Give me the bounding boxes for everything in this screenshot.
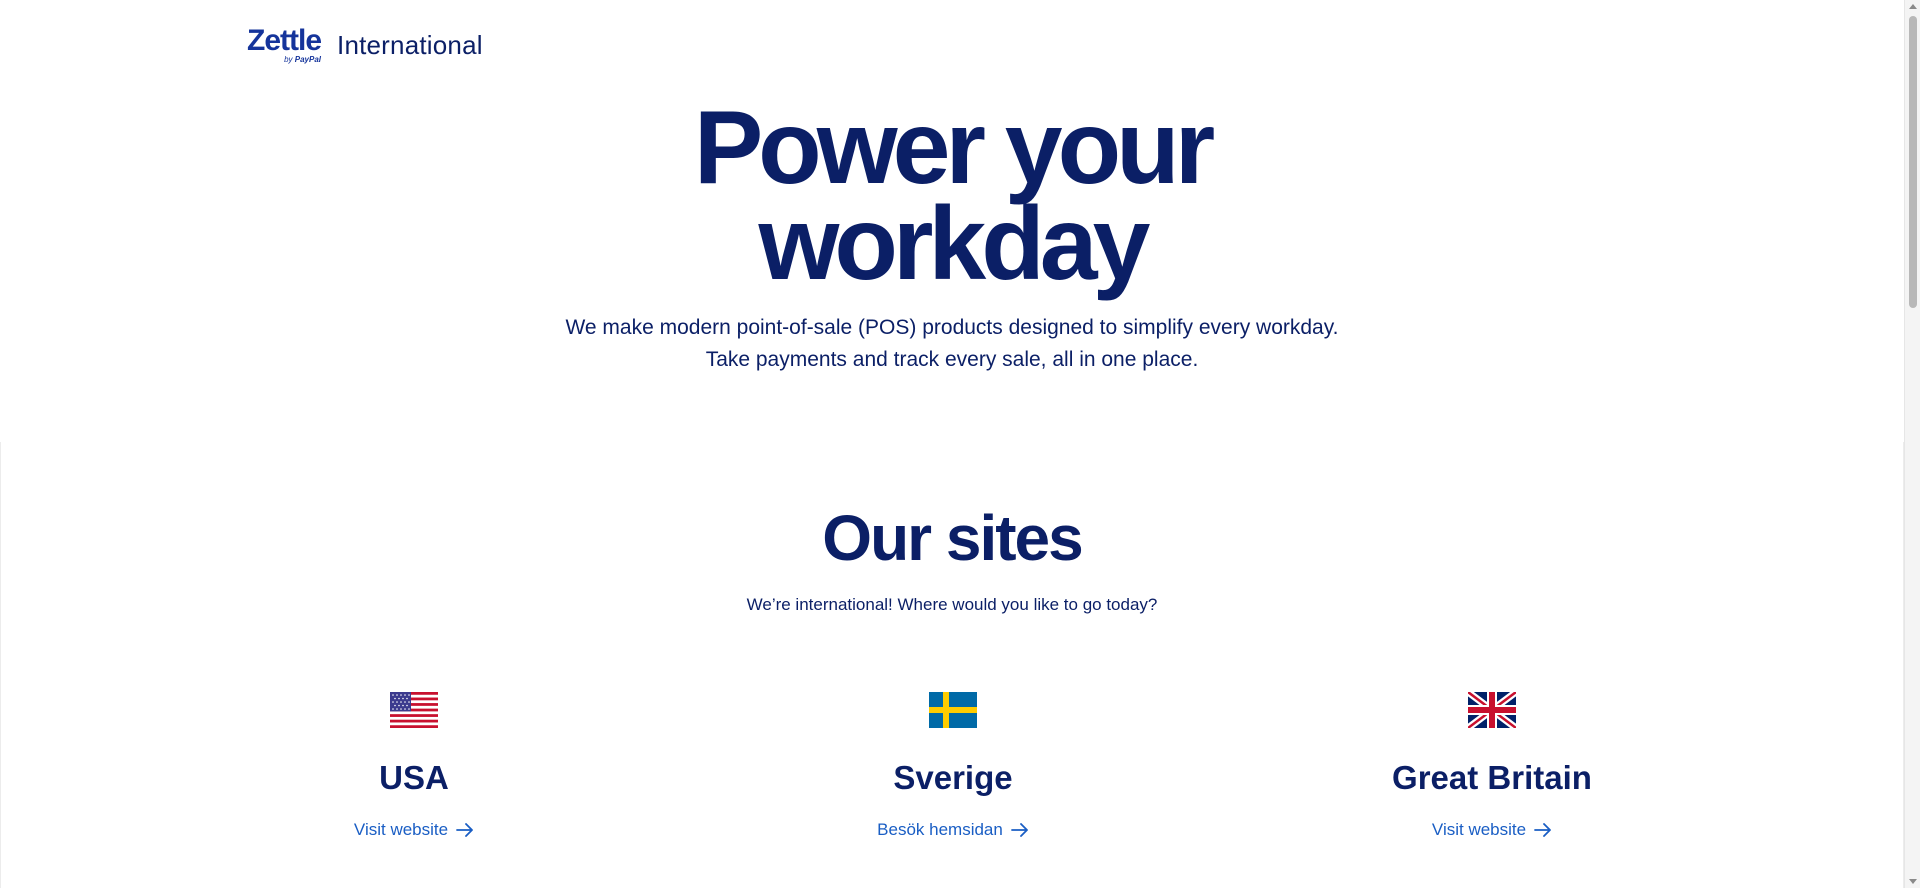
hero-desc-line-2: Take payments and track every sale, all … [705,348,1199,371]
site-link-label: Besök hemsidan [877,820,1003,839]
vertical-scrollbar[interactable] [1904,0,1920,888]
logo-wordmark: Zettle [247,23,322,57]
logo-brand: PayPal [294,54,322,64]
hero-section: Power your workday We make modern point-… [0,90,1904,376]
sweden-flag-icon [929,692,977,728]
site-link-label: Visit website [353,820,449,839]
site-name-sverige: Sverige [893,759,1013,796]
hero-title-line-2: workday [758,186,1151,302]
site-name-great-britain: Great Britain [1392,759,1592,796]
header-title: International [337,29,483,60]
sites-section: Our sites We’re international! Where wou… [0,442,1904,888]
header: Zettle by PayPal International [247,25,483,65]
visit-website-sverige-link[interactable]: Besök hemsidan [877,820,1029,840]
sites-subtitle: We’re international! Where would you lik… [746,595,1158,614]
hero-title: Power your workday [0,90,1904,302]
scrollbar-thumb[interactable] [1909,16,1917,308]
arrow-right-icon [1010,823,1028,837]
scroll-up-arrow-icon[interactable] [1909,4,1917,9]
site-card-usa: USA Visit website [264,692,564,840]
site-card-great-britain: Great Britain Visit website [1342,692,1642,840]
arrow-right-icon [1534,823,1551,837]
visit-website-usa-link[interactable]: Visit website [354,820,474,840]
scroll-down-arrow-icon[interactable] [1909,879,1917,884]
site-card-sverige: Sverige Besök hemsidan [803,692,1103,840]
logo-by: by [284,54,293,64]
site-name-usa: USA [379,759,449,796]
hero-desc-line-1: We make modern point-of-sale (POS) produ… [565,316,1339,339]
visit-website-gb-link[interactable]: Visit website [1432,820,1552,840]
zettle-logo[interactable]: Zettle by PayPal [247,23,322,64]
sites-title: Our sites [822,502,1083,574]
uk-flag-icon [1468,692,1516,728]
hero-description: We make modern point-of-sale (POS) produ… [0,312,1904,376]
us-flag-icon [390,692,438,728]
site-link-label: Visit website [1431,820,1527,839]
logo-byline: by PayPal [284,55,321,64]
hero-title-line-1: Power your [693,90,1215,206]
page: Zettle by PayPal International Power you… [0,0,1904,888]
arrow-right-icon [456,823,473,837]
